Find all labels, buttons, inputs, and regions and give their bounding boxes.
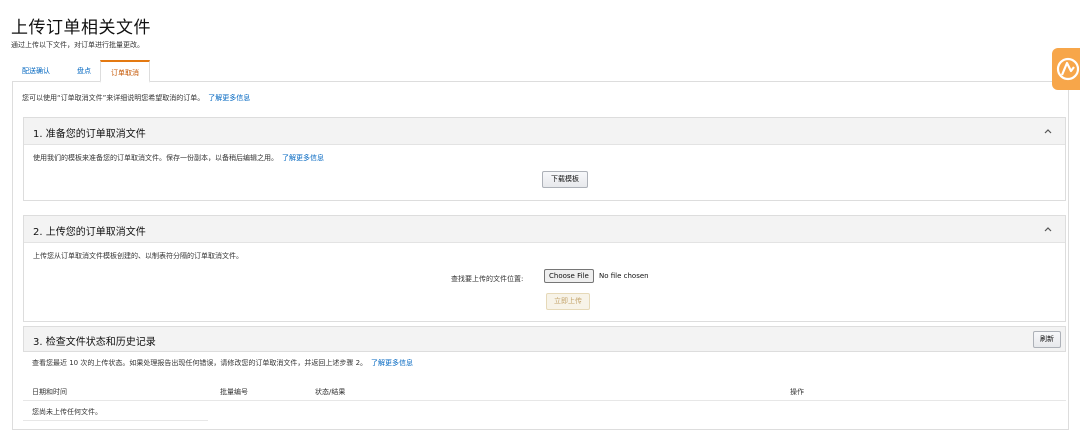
section-3-header: 3. 检查文件状态和历史记录 刷新 [23, 326, 1066, 352]
file-location-label: 查找要上传的文件位置: [451, 275, 524, 283]
refresh-button[interactable]: 刷新 [1033, 331, 1061, 348]
assistant-logo-icon[interactable] [1052, 48, 1080, 90]
section-2-title: 2. 上传您的订单取消文件 [33, 227, 146, 238]
empty-table-message: 您尚未上传任何文件。 [32, 408, 102, 416]
section-2-header[interactable]: 2. 上传您的订单取消文件 [24, 216, 1065, 243]
tab-shipping-confirmation[interactable]: 配送确认 [12, 60, 60, 82]
upload-now-button[interactable]: 立即上传 [546, 293, 590, 310]
chevron-up-icon[interactable] [1043, 126, 1053, 136]
page-subtitle: 通过上传以下文件，对订单进行批量更改。 [11, 41, 144, 49]
section-1-desc-text: 使用我们的模板来准备您的订单取消文件。保存一份副本，以备稍后编辑之用。 [33, 154, 278, 162]
tab-inventory[interactable]: 盘点 [67, 60, 101, 82]
section-prepare-file: 1. 准备您的订单取消文件 使用我们的模板来准备您的订单取消文件。保存一份副本，… [23, 117, 1066, 201]
intro-learn-more-link[interactable]: 了解更多信息 [208, 94, 250, 102]
choose-file-button[interactable]: Choose File [544, 269, 594, 283]
column-header-actions: 操作 [790, 388, 804, 396]
section-1-desc: 使用我们的模板来准备您的订单取消文件。保存一份副本，以备稍后编辑之用。 了解更多信… [33, 153, 324, 163]
no-file-chosen-text: No file chosen [599, 272, 649, 280]
section-2-desc: 上传您从订单取消文件模板创建的、以制表符分隔的订单取消文件。 [33, 252, 243, 260]
section-upload-file: 2. 上传您的订单取消文件 上传您从订单取消文件模板创建的、以制表符分隔的订单取… [23, 215, 1066, 322]
section-1-learn-more-link[interactable]: 了解更多信息 [282, 154, 324, 162]
download-template-button[interactable]: 下载模板 [542, 171, 588, 188]
section-1-title: 1. 准备您的订单取消文件 [33, 129, 146, 140]
section-3-learn-more-link[interactable]: 了解更多信息 [371, 359, 413, 367]
table-row-divider [23, 420, 208, 421]
tab-order-cancellation[interactable]: 订单取消 [100, 60, 150, 83]
page-title: 上传订单相关文件 [11, 18, 151, 38]
section-3-desc-text: 查看您最近 10 次的上传状态。如果处理报告出现任何错误，请修改您的订单取消文件… [32, 359, 368, 367]
section-1-header[interactable]: 1. 准备您的订单取消文件 [24, 118, 1065, 145]
column-header-status[interactable]: 状态/结果 [315, 387, 345, 397]
column-header-datetime[interactable]: 日期和时间 [32, 387, 67, 397]
tab-bar: 配送确认 盘点 订单取消 [12, 60, 1069, 83]
intro-desc: 您可以使用“订单取消文件”来详细说明您希望取消的订单。 [22, 94, 205, 102]
brand-mark-icon [1056, 57, 1080, 81]
section-3-desc: 查看您最近 10 次的上传状态。如果处理报告出现任何错误，请修改您的订单取消文件… [32, 358, 413, 368]
table-header-divider [23, 400, 1066, 401]
intro-text: 您可以使用“订单取消文件”来详细说明您希望取消的订单。 了解更多信息 [22, 93, 250, 103]
column-header-batch-id[interactable]: 批量编号 [220, 387, 248, 397]
section-3-title: 3. 检查文件状态和历史记录 [33, 337, 156, 348]
chevron-up-icon[interactable] [1043, 224, 1053, 234]
